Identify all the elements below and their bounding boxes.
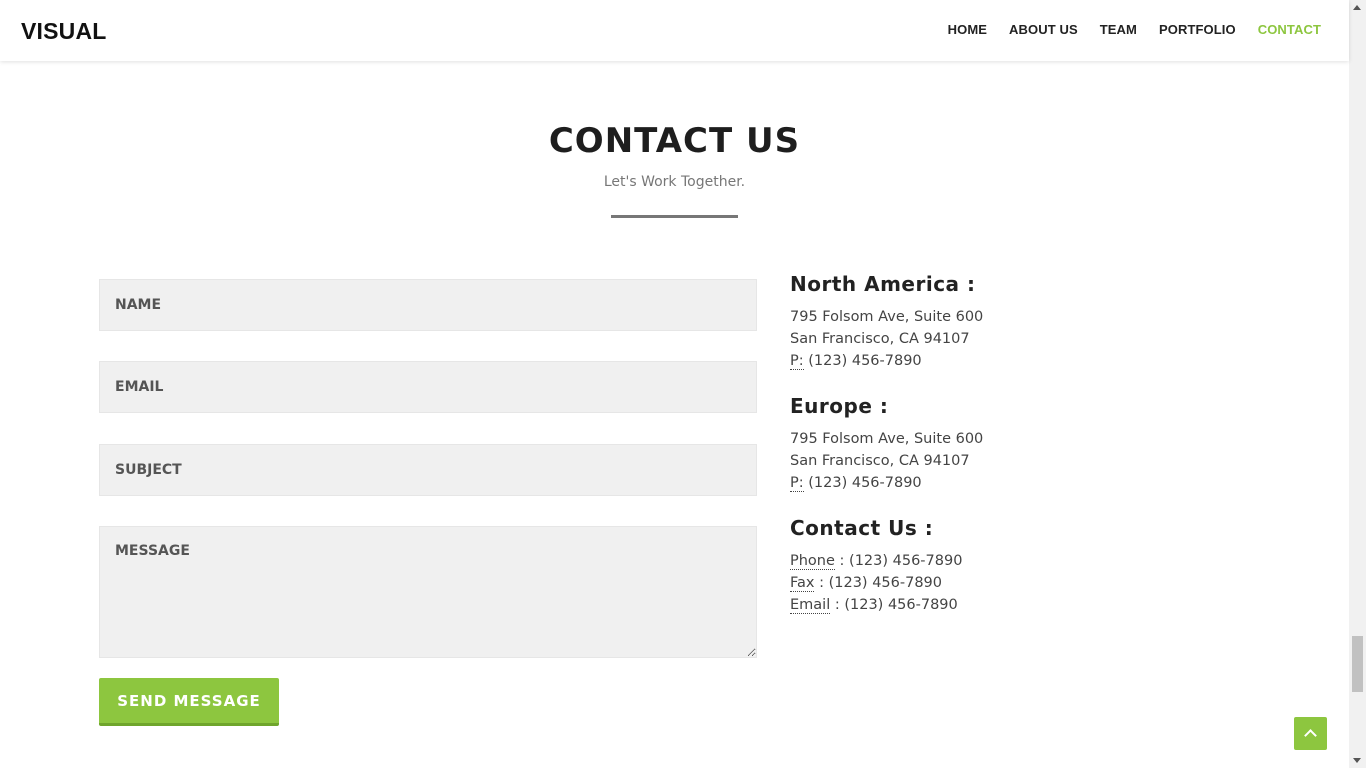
email-label: Email — [790, 597, 831, 614]
section-title: CONTACT US — [548, 121, 801, 161]
main-menu: HOME ABOUT US TEAM PORTFOLIO CONTACT — [948, 22, 1321, 37]
nav-contact[interactable]: CONTACT — [1258, 22, 1321, 37]
email-value: (123) 456-7890 — [844, 597, 958, 613]
chevron-up-icon — [1304, 729, 1317, 742]
section-subtitle: Let's Work Together. — [603, 174, 746, 190]
site-logo[interactable]: VISUAL — [21, 18, 107, 45]
office-heading: Europe : — [790, 394, 889, 418]
nav-about-us[interactable]: ABOUT US — [1009, 22, 1078, 37]
back-to-top-button[interactable] — [1294, 717, 1327, 750]
send-message-button[interactable]: SEND MESSAGE — [99, 678, 279, 726]
fax-label: Fax — [790, 575, 815, 592]
phone-value: (123) 456-7890 — [808, 353, 922, 369]
top-navbar: VISUAL HOME ABOUT US TEAM PORTFOLIO CONT… — [0, 0, 1349, 61]
contact-info: North America : 795 Folsom Ave, Suite 60… — [790, 272, 1190, 638]
title-divider — [611, 215, 738, 218]
scrollbar-thumb[interactable] — [1352, 636, 1363, 692]
phone-abbr: P: — [790, 353, 804, 370]
contact-phone: Phone : (123) 456-7890 — [790, 553, 963, 570]
contact-fax: Fax : (123) 456-7890 — [790, 575, 943, 592]
address-line: 795 Folsom Ave, Suite 600 — [790, 309, 984, 325]
scroll-up-arrow-icon[interactable] — [1353, 5, 1361, 10]
contact-heading: Contact Us : — [790, 516, 934, 540]
contact-email: Email : (123) 456-7890 — [790, 597, 958, 614]
scroll-down-arrow-icon[interactable] — [1353, 758, 1361, 763]
contact-details: Contact Us : Phone : (123) 456-7890 Fax … — [790, 516, 1190, 616]
nav-team[interactable]: TEAM — [1100, 22, 1137, 37]
address-line: 795 Folsom Ave, Suite 600 — [790, 431, 984, 447]
phone-line: P: (123) 456-7890 — [790, 472, 1190, 494]
phone-abbr: P: — [790, 475, 804, 492]
message-textarea[interactable] — [99, 526, 757, 658]
phone-value: (123) 456-7890 — [808, 475, 922, 491]
phone-line: P: (123) 456-7890 — [790, 350, 1190, 372]
office-north-america: North America : 795 Folsom Ave, Suite 60… — [790, 272, 1190, 372]
address-line: San Francisco, CA 94107 — [790, 331, 970, 347]
subject-input[interactable] — [99, 444, 757, 496]
nav-home[interactable]: HOME — [948, 22, 987, 37]
page-scrollbar[interactable] — [1349, 0, 1366, 768]
nav-portfolio[interactable]: PORTFOLIO — [1159, 22, 1236, 37]
phone-value: (123) 456-7890 — [849, 553, 963, 569]
fax-value: (123) 456-7890 — [828, 575, 943, 591]
name-input[interactable] — [99, 279, 757, 331]
office-europe: Europe : 795 Folsom Ave, Suite 600 San F… — [790, 394, 1190, 494]
phone-label: Phone — [790, 553, 835, 570]
address-line: San Francisco, CA 94107 — [790, 453, 970, 469]
office-heading: North America : — [790, 272, 976, 296]
email-input[interactable] — [99, 361, 757, 413]
